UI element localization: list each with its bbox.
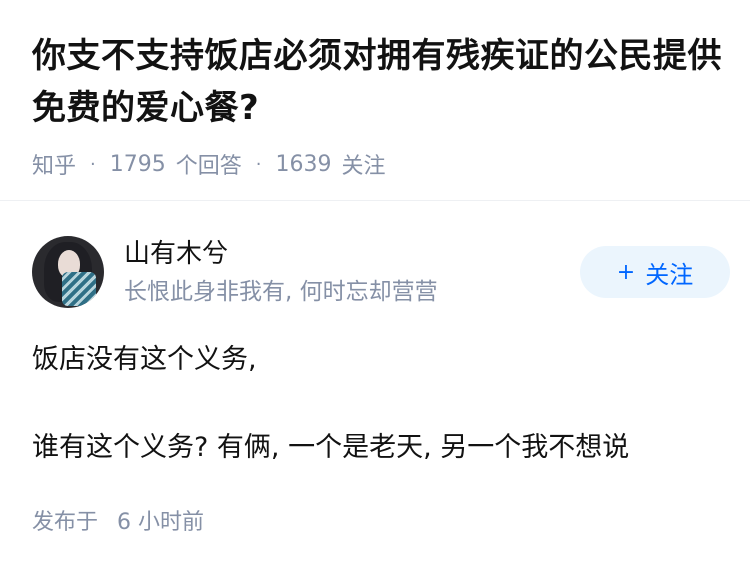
answer-count: 1795 bbox=[109, 151, 166, 177]
question-meta: 知乎 · 1795 个回答 · 1639 关注 bbox=[32, 148, 732, 180]
question-header: 你支不支持饭店必须对拥有残疾证的公民提供免费的爱心餐? 知乎 · 1795 个回… bbox=[32, 30, 732, 180]
author-name[interactable]: 山有木兮 bbox=[124, 236, 228, 272]
follow-count-label[interactable]: 关注 bbox=[342, 148, 386, 180]
avatar[interactable] bbox=[32, 236, 104, 308]
question-title[interactable]: 你支不支持饭店必须对拥有残疾证的公民提供免费的爱心餐? bbox=[32, 30, 732, 134]
follow-button-label: 关注 bbox=[645, 260, 694, 289]
source-label[interactable]: 知乎 bbox=[32, 148, 76, 180]
published-label: 发布于 bbox=[32, 510, 99, 535]
author-bio: 长恨此身非我有, 何时忘却营营 bbox=[124, 279, 438, 305]
published-time: 6 小时前 bbox=[117, 510, 205, 535]
avatar-sleeve bbox=[62, 272, 96, 306]
answer-count-label[interactable]: 个回答 bbox=[176, 148, 242, 180]
publish-time: 发布于 6 小时前 bbox=[32, 504, 204, 536]
follow-button[interactable]: + 关注 bbox=[580, 246, 730, 298]
author-info: 山有木兮 长恨此身非我有, 何时忘却营营 + 关注 bbox=[32, 236, 730, 308]
answer-content: 饭店没有这个义务, 谁有这个义务? 有俩, 一个是老天, 另一个我不想说 bbox=[32, 338, 722, 470]
answer-paragraph: 饭店没有这个义务, bbox=[32, 344, 257, 375]
plus-icon: + bbox=[616, 259, 636, 285]
divider bbox=[0, 200, 750, 201]
follow-count: 1639 bbox=[275, 151, 332, 177]
answer-paragraph: 谁有这个义务? 有俩, 一个是老天, 另一个我不想说 bbox=[32, 432, 630, 463]
separator-dot: · bbox=[255, 153, 262, 175]
separator-dot: · bbox=[90, 153, 96, 175]
